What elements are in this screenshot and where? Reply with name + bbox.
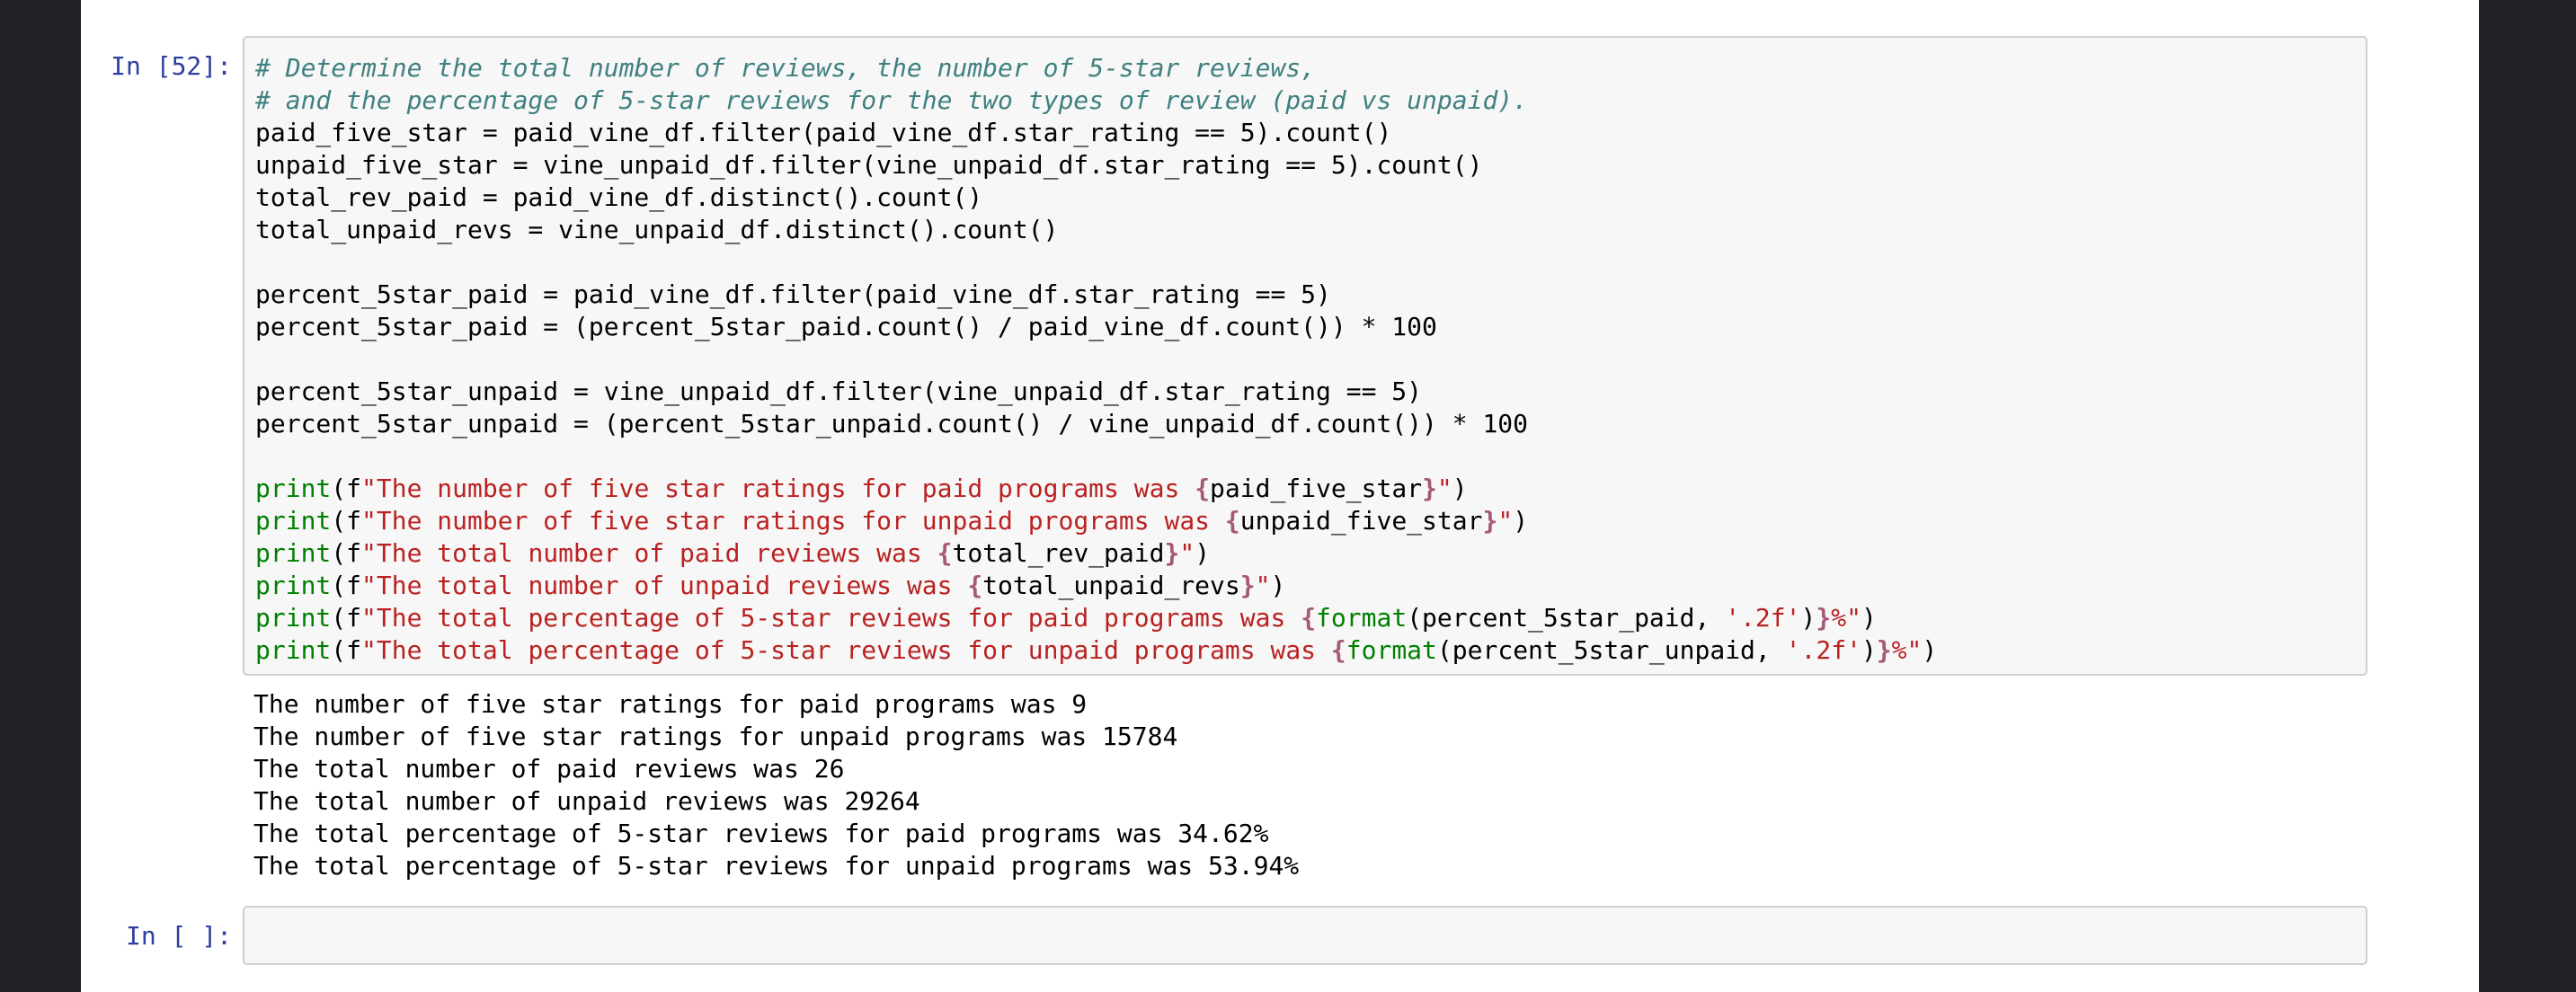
input-prompt: In [ ]: <box>125 921 232 951</box>
output-line: The total percentage of 5-star reviews f… <box>253 819 1269 848</box>
code-line: print(f"The total percentage of 5-star r… <box>255 635 1938 665</box>
input-prompt: In [52]: <box>111 51 232 81</box>
output-line: The total percentage of 5-star reviews f… <box>253 851 1300 881</box>
notebook: In [52]: # Determine the total number of… <box>81 0 2479 992</box>
code-line: print(f"The number of five star ratings … <box>255 506 1529 536</box>
code-line: percent_5star_unpaid = vine_unpaid_df.fi… <box>255 376 1423 406</box>
code-line: total_unpaid_revs = vine_unpaid_df.disti… <box>255 215 1059 244</box>
code-line: percent_5star_paid = (percent_5star_paid… <box>255 312 1437 341</box>
code-line: paid_five_star = paid_vine_df.filter(pai… <box>255 118 1392 147</box>
output-line: The total number of unpaid reviews was 2… <box>253 786 920 816</box>
code-line: percent_5star_paid = paid_vine_df.filter… <box>255 279 1331 309</box>
code-line: total_rev_paid = paid_vine_df.distinct()… <box>255 182 983 212</box>
output-line: The number of five star ratings for unpa… <box>253 722 1178 751</box>
code-line: # Determine the total number of reviews,… <box>255 53 1317 83</box>
output-line: The number of five star ratings for paid… <box>253 689 1088 719</box>
code-line: unpaid_five_star = vine_unpaid_df.filter… <box>255 150 1483 180</box>
code-line: print(f"The total number of unpaid revie… <box>255 571 1286 600</box>
output-line: The total number of paid reviews was 26 <box>253 754 845 784</box>
code-line: percent_5star_unpaid = (percent_5star_un… <box>255 409 1529 438</box>
code-line: print(f"The total number of paid reviews… <box>255 538 1211 568</box>
code-line: print(f"The total percentage of 5-star r… <box>255 603 1877 633</box>
code-line: print(f"The number of five star ratings … <box>255 474 1468 503</box>
code-line: # and the percentage of 5-star reviews f… <box>255 85 1529 115</box>
code-editor[interactable]: # Determine the total number of reviews,… <box>243 36 2367 676</box>
cell-output: The number of five star ratings for paid… <box>253 688 2366 882</box>
code-editor[interactable] <box>243 906 2367 965</box>
